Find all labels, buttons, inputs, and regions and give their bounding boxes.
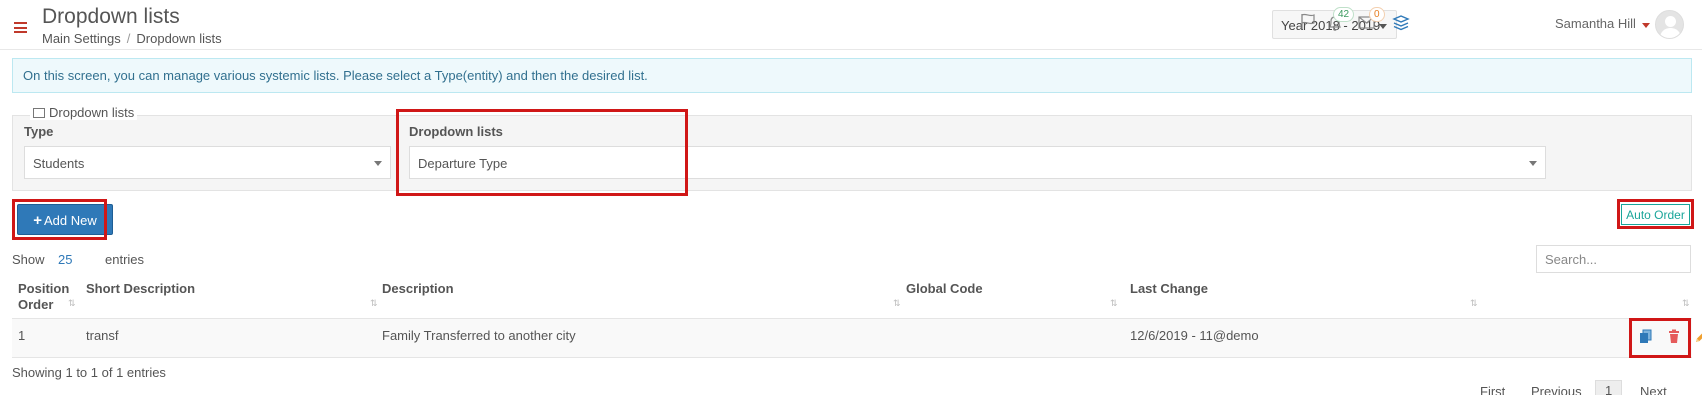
- filter-legend: Dropdown lists: [30, 105, 138, 120]
- th-short-description[interactable]: Short Description: [86, 281, 195, 296]
- sort-icon[interactable]: ⇅: [893, 298, 901, 309]
- info-alert: On this screen, you can manage various s…: [12, 58, 1692, 93]
- highlight-row-actions: [1629, 318, 1691, 358]
- avatar[interactable]: [1655, 10, 1684, 39]
- flag-icon[interactable]: [1300, 13, 1316, 30]
- th-description[interactable]: Description: [382, 281, 454, 296]
- sort-icon[interactable]: ⇅: [1470, 298, 1478, 309]
- breadcrumb-item-current: Dropdown lists: [136, 31, 222, 46]
- table-info: Showing 1 to 1 of 1 entries: [12, 365, 166, 380]
- chevron-down-icon: [1379, 24, 1387, 29]
- entries-label: entries: [105, 252, 145, 267]
- breadcrumb-item-main-settings[interactable]: Main Settings: [42, 31, 121, 46]
- pager-first[interactable]: First: [1480, 384, 1505, 395]
- sort-icon[interactable]: ⇅: [370, 298, 378, 309]
- page-title: Dropdown lists: [42, 5, 180, 28]
- chevron-down-icon: [1529, 161, 1537, 166]
- sort-icon[interactable]: ⇅: [68, 298, 76, 309]
- show-label: Show: [12, 252, 45, 267]
- pager-next[interactable]: Next: [1640, 384, 1667, 395]
- cell-description: Family Transferred to another city: [382, 328, 576, 343]
- user-menu-caret-icon[interactable]: [1642, 23, 1650, 28]
- top-bar: [0, 0, 1702, 50]
- th-last-change[interactable]: Last Change: [1130, 281, 1208, 296]
- sort-icon[interactable]: ⇅: [1110, 298, 1118, 309]
- user-name[interactable]: Samantha Hill: [1555, 16, 1636, 31]
- pencil-icon[interactable]: [1694, 329, 1702, 344]
- filter-legend-text: Dropdown lists: [49, 105, 135, 120]
- layers-icon[interactable]: [1392, 13, 1410, 31]
- pager-previous[interactable]: Previous: [1531, 384, 1582, 395]
- sort-icon[interactable]: ⇅: [1682, 298, 1690, 309]
- breadcrumb-separator: /: [126, 31, 131, 46]
- breadcrumb: Main Settings / Dropdown lists: [42, 31, 222, 46]
- pager-current[interactable]: 1: [1595, 380, 1623, 395]
- page-length-select[interactable]: 25: [58, 252, 72, 267]
- highlight-add-new: [12, 199, 107, 240]
- type-select[interactable]: Students: [24, 146, 391, 179]
- th-global-code[interactable]: Global Code: [906, 281, 983, 296]
- highlight-dropdown-list: [396, 109, 688, 196]
- chevron-down-icon: [374, 161, 382, 166]
- menu-toggle-icon[interactable]: [14, 22, 27, 33]
- search-input[interactable]: [1536, 245, 1691, 273]
- th-position-order[interactable]: Position Order: [18, 281, 69, 313]
- notifications-badge: 42: [1333, 7, 1355, 22]
- cell-last-change: 12/6/2019 - 11@demo: [1130, 328, 1259, 343]
- messages-badge: 0: [1369, 7, 1385, 22]
- table-row: [12, 318, 1692, 358]
- cell-short-description: transf: [86, 328, 119, 343]
- highlight-auto-order: [1617, 199, 1694, 229]
- cell-position: 1: [18, 328, 26, 343]
- type-select-value: Students: [33, 156, 85, 171]
- table-icon: [33, 108, 45, 118]
- type-label: Type: [24, 124, 54, 139]
